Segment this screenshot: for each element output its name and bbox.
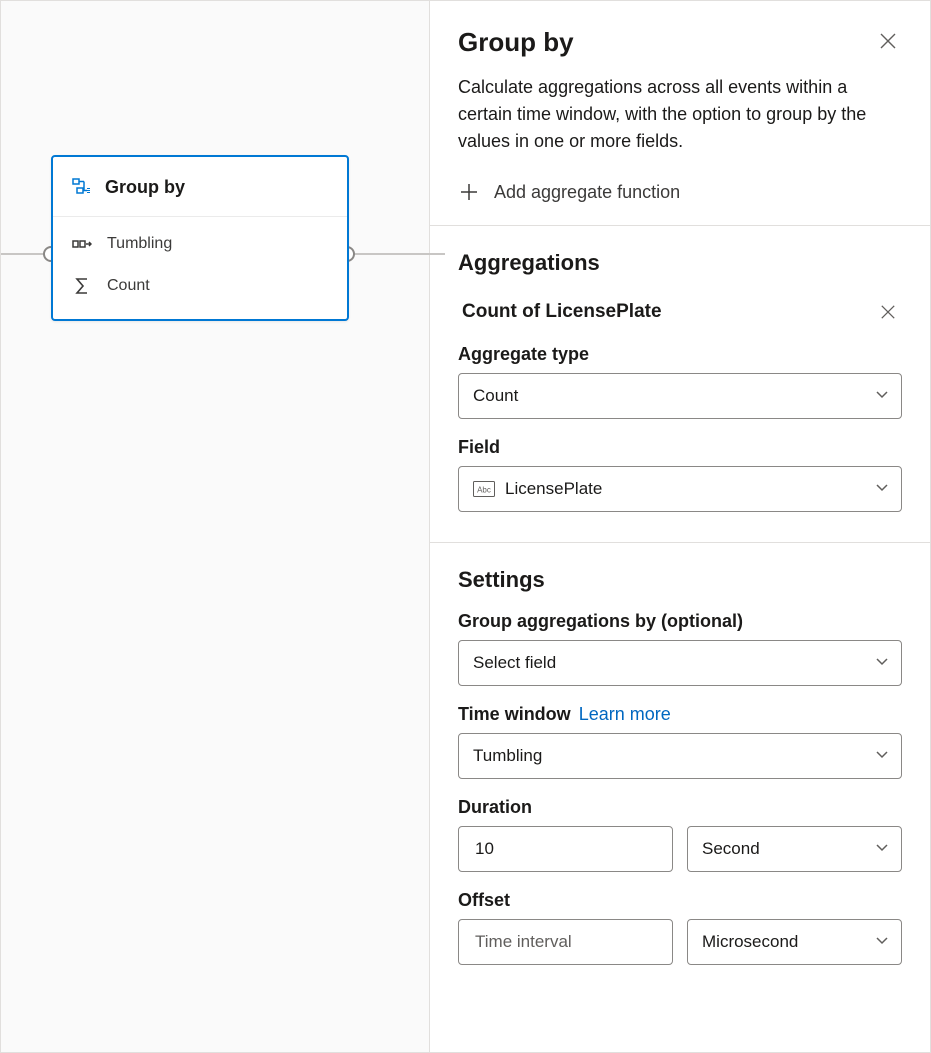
canvas[interactable]: Group by Tumbling — [1, 1, 429, 1052]
sigma-icon — [71, 277, 93, 295]
chevron-down-icon — [875, 386, 889, 406]
groupby-value: Select field — [473, 653, 556, 673]
groupby-select[interactable]: Select field — [458, 640, 902, 686]
chevron-down-icon — [875, 479, 889, 499]
node-rows: Tumbling Count — [53, 217, 347, 319]
settings-heading: Settings — [458, 567, 902, 593]
learn-more-link[interactable]: Learn more — [579, 704, 671, 725]
node-title: Group by — [105, 177, 185, 198]
node-row-label: Count — [107, 277, 150, 295]
tumbling-icon — [71, 237, 93, 251]
timewindow-value: Tumbling — [473, 746, 542, 766]
duration-unit-value: Second — [702, 839, 760, 859]
divider — [430, 225, 930, 226]
offset-input[interactable] — [473, 920, 630, 964]
offset-unit-value: Microsecond — [702, 932, 798, 952]
offset-unit-select[interactable]: Microsecond — [687, 919, 902, 965]
chevron-down-icon — [875, 839, 889, 859]
panel-description: Calculate aggregations across all events… — [458, 74, 902, 155]
offset-input-wrap[interactable] — [458, 919, 673, 965]
add-aggregate-button[interactable]: Add aggregate function — [458, 177, 902, 207]
aggregate-type-value: Count — [473, 386, 518, 406]
groupby-label: Group aggregations by (optional) — [458, 611, 902, 632]
edge-out — [345, 253, 445, 255]
add-aggregate-label: Add aggregate function — [494, 182, 680, 203]
properties-panel: Group by Calculate aggregations across a… — [429, 1, 930, 1052]
chevron-down-icon — [875, 653, 889, 673]
aggregate-type-select[interactable]: Count — [458, 373, 902, 419]
groupby-icon — [71, 178, 93, 198]
remove-aggregation-button[interactable] — [874, 298, 902, 326]
divider — [430, 542, 930, 543]
svg-text:Abc: Abc — [477, 486, 491, 495]
chevron-down-icon — [875, 932, 889, 952]
plus-icon — [458, 181, 480, 203]
duration-input[interactable] — [473, 827, 630, 871]
node-row-label: Tumbling — [107, 235, 172, 253]
close-button[interactable] — [874, 27, 902, 55]
duration-unit-select[interactable]: Second — [687, 826, 902, 872]
offset-label: Offset — [458, 890, 902, 911]
aggregate-type-label: Aggregate type — [458, 344, 902, 365]
field-select[interactable]: Abc LicensePlate — [458, 466, 902, 512]
aggregation-item-title: Count of LicensePlate — [458, 301, 662, 323]
groupby-node[interactable]: Group by Tumbling — [51, 155, 349, 321]
abc-icon: Abc — [473, 481, 495, 497]
duration-label: Duration — [458, 797, 902, 818]
field-value: LicensePlate — [505, 479, 602, 499]
aggregations-heading: Aggregations — [458, 250, 902, 276]
timewindow-label: Time window — [458, 704, 571, 725]
node-row-tumbling[interactable]: Tumbling — [53, 223, 347, 265]
node-header[interactable]: Group by — [53, 157, 347, 217]
chevron-down-icon — [875, 746, 889, 766]
panel-title: Group by — [458, 27, 574, 58]
node-row-count[interactable]: Count — [53, 265, 347, 307]
duration-input-wrap[interactable] — [458, 826, 673, 872]
timewindow-select[interactable]: Tumbling — [458, 733, 902, 779]
field-label: Field — [458, 437, 902, 458]
app-root: Group by Tumbling — [0, 0, 931, 1053]
